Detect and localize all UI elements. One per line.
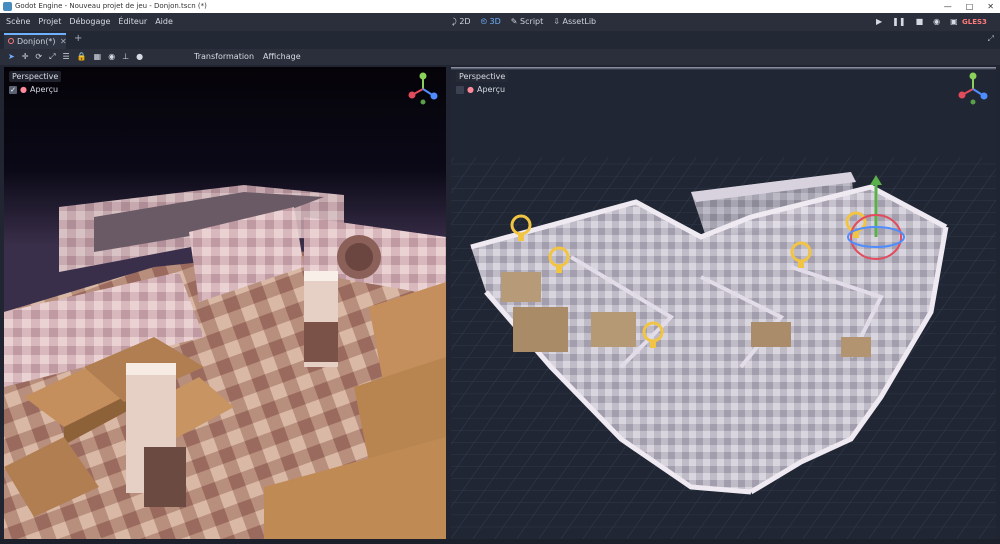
viewport-left[interactable]: Perspective ✓ ● Aperçu (4, 67, 446, 539)
mode-3d-label: 3D (489, 17, 501, 26)
add-tab-button[interactable]: + (74, 33, 82, 44)
list-select-icon[interactable]: ☰ (63, 49, 70, 65)
godot-app-icon (3, 2, 12, 11)
scale-tool-icon[interactable]: ⤢ (49, 49, 55, 65)
menu-aide[interactable]: Aide (155, 13, 173, 31)
snap-icon[interactable]: ⊥ (122, 49, 129, 65)
main-menu: Scène Projet Débogage Éditeur Aide (6, 13, 173, 31)
editor-mode-switcher: ⤸ 2D ⧀ 3D ✎ Script ⇩ AssetLib (452, 13, 596, 31)
distraction-free-icon[interactable]: ⤢ (988, 34, 994, 44)
preview-checkbox-right[interactable] (456, 85, 464, 94)
transformation-menu[interactable]: Transformation (194, 49, 254, 65)
tab-donjon[interactable]: Donjon(*) ✕ (4, 33, 67, 49)
preview-toggle-right[interactable]: ● Aperçu (456, 85, 508, 94)
mode-3d-button[interactable]: ⧀ 3D (481, 13, 501, 31)
tab-label: Donjon(*) (17, 37, 56, 46)
viewport-right[interactable]: Perspective ● Aperçu (451, 67, 996, 539)
run-controls: ▶ ❚❚ ■ ◉ ▣ (876, 13, 958, 31)
renderer-label[interactable]: GLES3 (962, 13, 987, 31)
tool-buttons: ➤ ✛ ⟳ ⤢ ☰ 🔒 ▦ ◉ ⊥ ● (8, 49, 143, 65)
move-tool-icon[interactable]: ✛ (22, 49, 29, 65)
stop-icon[interactable]: ■ (916, 13, 924, 31)
perspective-menu-left[interactable]: Perspective (9, 71, 62, 82)
main-menubar: Scène Projet Débogage Éditeur Aide ⤸ 2D … (0, 13, 1000, 31)
spatial-toolbar: ➤ ✛ ⟳ ⤢ ☰ 🔒 ▦ ◉ ⊥ ● Transformation Affic… (0, 49, 1000, 65)
window-controls: — □ ✕ (944, 0, 994, 13)
camera-icon: ● (467, 85, 474, 94)
mode-script-label: Script (520, 17, 544, 26)
viewport-menus: Transformation Affichage (194, 49, 301, 65)
preview-checkbox-left[interactable]: ✓ (9, 85, 17, 94)
mode-assetlib-button[interactable]: ⇩ AssetLib (553, 13, 596, 31)
window-title: Godot Engine - Nouveau projet de jeu - D… (15, 2, 207, 10)
viewport-right-overlay: Perspective ● Aperçu (456, 71, 509, 94)
preview-label-left: Aperçu (29, 85, 59, 94)
play-custom-scene-icon[interactable]: ▣ (950, 13, 958, 31)
minimize-icon[interactable]: — (944, 0, 952, 13)
camera-icon[interactable]: ● (136, 49, 143, 65)
mode-script-button[interactable]: ✎ Script (511, 13, 543, 31)
axis-gizmo-right[interactable] (956, 71, 990, 107)
mode-2d-button[interactable]: ⤸ 2D (452, 13, 471, 31)
lock-icon[interactable]: 🔒 (77, 49, 87, 65)
affichage-menu[interactable]: Affichage (263, 49, 301, 65)
dungeon-render-left (4, 67, 446, 539)
tab-close-icon[interactable]: ✕ (60, 35, 67, 48)
scene-tabbar: Donjon(*) ✕ + ⤢ (0, 31, 1000, 49)
perspective-menu-right[interactable]: Perspective (456, 71, 509, 82)
menu-debogage[interactable]: Débogage (69, 13, 110, 31)
menu-scene[interactable]: Scène (6, 13, 30, 31)
play-icon[interactable]: ▶ (876, 13, 882, 31)
scene-node-icon (8, 38, 14, 44)
mode-assetlib-label: AssetLib (562, 17, 597, 26)
maximize-icon[interactable]: □ (966, 0, 974, 13)
menu-editeur[interactable]: Éditeur (118, 13, 147, 31)
preview-toggle-left[interactable]: ✓ ● Aperçu (9, 85, 61, 94)
axis-gizmo-left[interactable] (406, 71, 440, 107)
group-icon[interactable]: ▦ (94, 49, 102, 65)
window-title-bar: Godot Engine - Nouveau projet de jeu - D… (0, 0, 1000, 13)
close-icon[interactable]: ✕ (987, 0, 994, 13)
viewport-left-overlay: Perspective ✓ ● Aperçu (9, 71, 62, 94)
preview-label-right: Aperçu (476, 85, 506, 94)
menu-projet[interactable]: Projet (38, 13, 61, 31)
local-space-icon[interactable]: ◉ (108, 49, 115, 65)
rotate-tool-icon[interactable]: ⟳ (35, 49, 42, 65)
dungeon-editor-view-right (451, 67, 996, 539)
pause-icon[interactable]: ❚❚ (892, 13, 905, 31)
play-scene-icon[interactable]: ◉ (933, 13, 940, 31)
camera-icon: ● (20, 85, 27, 94)
mode-2d-label: 2D (459, 17, 471, 26)
select-tool-icon[interactable]: ➤ (8, 49, 15, 65)
bottom-panel-edge (0, 539, 1000, 544)
